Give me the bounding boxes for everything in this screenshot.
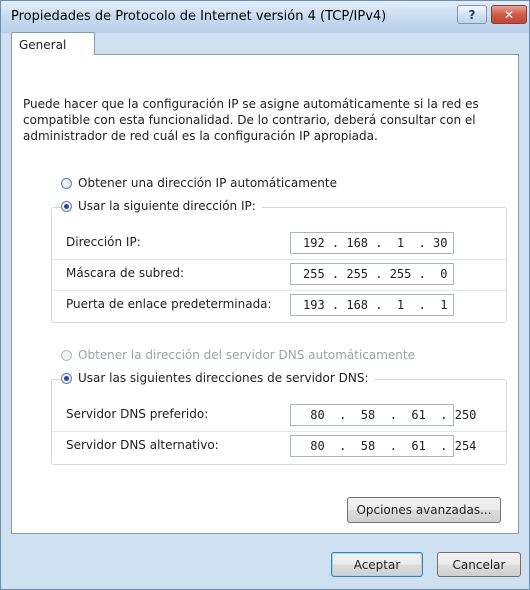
ip-address-row: Dirección IP: 192 . 168 . 1 . 30 (52, 232, 506, 254)
dns-separator (52, 431, 506, 432)
cancel-button[interactable]: Cancelar (437, 552, 521, 577)
help-button[interactable]: ? (457, 5, 487, 24)
intro-text: Puede hacer que la configuración IP se a… (23, 97, 479, 143)
subnet-mask-row: Máscara de subred: 255 . 255 . 255 . 0 (52, 263, 506, 285)
gateway-field[interactable]: 193 . 168 . 1 . 1 (290, 294, 454, 316)
gateway-label: Puerta de enlace predeterminada: (66, 297, 272, 311)
help-icon: ? (468, 7, 476, 22)
radio-ip-auto-label: Obtener una dirección IP automáticamente (78, 176, 337, 190)
radio-dns-auto: Obtener la dirección del servidor DNS au… (61, 348, 421, 362)
window-title: Propiedades de Protocolo de Internet ver… (11, 9, 387, 24)
close-icon: ✕ (503, 7, 515, 22)
radio-ip-manual-label: Usar la siguiente dirección IP: (78, 199, 256, 213)
gateway-row: Puerta de enlace predeterminada: 193 . 1… (52, 294, 506, 316)
subnet-mask-field[interactable]: 255 . 255 . 255 . 0 (290, 263, 454, 285)
radio-dns-auto-button (61, 349, 72, 361)
tab-general[interactable]: General (11, 32, 95, 55)
radio-ip-auto-button[interactable] (61, 177, 72, 189)
radio-ip-auto[interactable]: Obtener una dirección IP automáticamente (61, 176, 343, 190)
ip-group: Dirección IP: 192 . 168 . 1 . 30 Máscara… (51, 207, 507, 323)
ip-separator-2 (52, 290, 506, 291)
dialog-window: Propiedades de Protocolo de Internet ver… (0, 0, 530, 590)
title-bar: Propiedades de Protocolo de Internet ver… (1, 1, 529, 33)
close-button[interactable]: ✕ (491, 5, 527, 24)
dns-alternate-field[interactable]: 80 . 58 . 61 . 254 (290, 435, 476, 457)
radio-dns-manual-label: Usar las siguientes direcciones de servi… (78, 371, 369, 385)
dns-preferred-field[interactable]: 80 . 58 . 61 . 250 (290, 404, 476, 426)
ip-address-label: Dirección IP: (66, 235, 141, 249)
advanced-options-button[interactable]: Opciones avanzadas... (347, 497, 501, 523)
ip-separator-1 (52, 259, 506, 260)
radio-dns-manual[interactable]: Usar las siguientes direcciones de servi… (61, 371, 375, 385)
radio-ip-manual-button[interactable] (61, 200, 72, 212)
dns-preferred-row: Servidor DNS preferido: 80 . 58 . 61 . 2… (52, 404, 506, 426)
subnet-mask-label: Máscara de subred: (66, 266, 185, 280)
ok-button[interactable]: Aceptar (331, 552, 423, 577)
dns-group: Servidor DNS preferido: 80 . 58 . 61 . 2… (51, 379, 507, 465)
radio-dns-auto-label: Obtener la dirección del servidor DNS au… (78, 348, 415, 362)
dns-alternate-row: Servidor DNS alternativo: 80 . 58 . 61 .… (52, 435, 506, 457)
radio-dns-manual-button[interactable] (61, 372, 72, 384)
ip-address-field[interactable]: 192 . 168 . 1 . 30 (290, 232, 454, 254)
radio-ip-manual[interactable]: Usar la siguiente dirección IP: (61, 199, 262, 213)
dns-preferred-label: Servidor DNS preferido: (66, 407, 209, 421)
dns-alternate-label: Servidor DNS alternativo: (66, 438, 219, 452)
